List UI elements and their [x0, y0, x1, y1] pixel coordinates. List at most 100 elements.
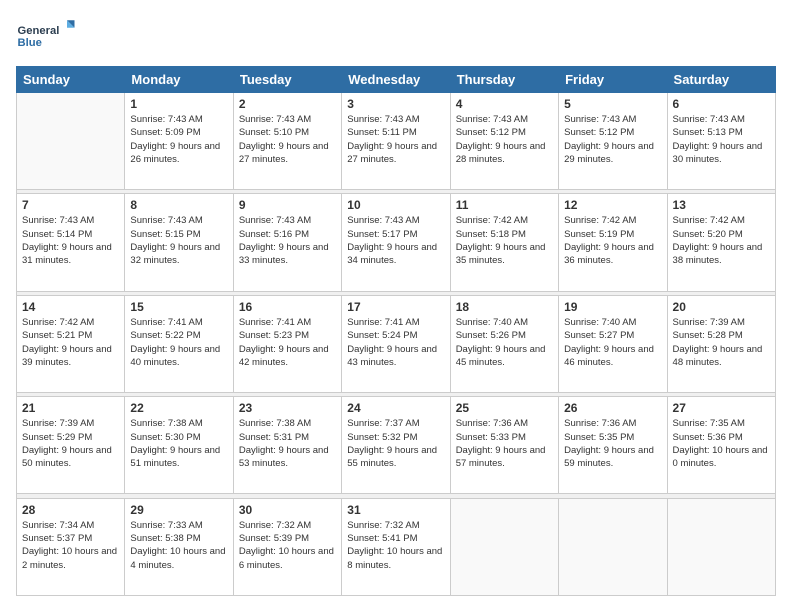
day-number: 6 [673, 97, 770, 111]
day-info: Sunrise: 7:42 AMSunset: 5:20 PMDaylight:… [673, 214, 770, 267]
day-info: Sunrise: 7:42 AMSunset: 5:21 PMDaylight:… [22, 316, 119, 369]
calendar-day: 4 Sunrise: 7:43 AMSunset: 5:12 PMDayligh… [450, 93, 558, 190]
day-number: 19 [564, 300, 661, 314]
weekday-header: Friday [559, 67, 667, 93]
day-info: Sunrise: 7:40 AMSunset: 5:26 PMDaylight:… [456, 316, 553, 369]
calendar-day: 27 Sunrise: 7:35 AMSunset: 5:36 PMDaylig… [667, 397, 775, 494]
day-info: Sunrise: 7:33 AMSunset: 5:38 PMDaylight:… [130, 519, 227, 572]
calendar-day [559, 498, 667, 595]
day-info: Sunrise: 7:35 AMSunset: 5:36 PMDaylight:… [673, 417, 770, 470]
day-info: Sunrise: 7:43 AMSunset: 5:14 PMDaylight:… [22, 214, 119, 267]
calendar-day: 14 Sunrise: 7:42 AMSunset: 5:21 PMDaylig… [17, 295, 125, 392]
day-info: Sunrise: 7:41 AMSunset: 5:23 PMDaylight:… [239, 316, 336, 369]
calendar-day: 8 Sunrise: 7:43 AMSunset: 5:15 PMDayligh… [125, 194, 233, 291]
calendar-day: 16 Sunrise: 7:41 AMSunset: 5:23 PMDaylig… [233, 295, 341, 392]
logo-svg: General Blue [16, 16, 76, 56]
calendar: SundayMondayTuesdayWednesdayThursdayFrid… [16, 66, 776, 596]
day-info: Sunrise: 7:39 AMSunset: 5:29 PMDaylight:… [22, 417, 119, 470]
day-info: Sunrise: 7:42 AMSunset: 5:18 PMDaylight:… [456, 214, 553, 267]
day-number: 24 [347, 401, 444, 415]
weekday-header: Tuesday [233, 67, 341, 93]
day-number: 4 [456, 97, 553, 111]
calendar-day: 17 Sunrise: 7:41 AMSunset: 5:24 PMDaylig… [342, 295, 450, 392]
day-number: 21 [22, 401, 119, 415]
header: General Blue [16, 16, 776, 56]
day-number: 13 [673, 198, 770, 212]
calendar-day: 21 Sunrise: 7:39 AMSunset: 5:29 PMDaylig… [17, 397, 125, 494]
calendar-header: SundayMondayTuesdayWednesdayThursdayFrid… [17, 67, 776, 93]
weekday-header: Sunday [17, 67, 125, 93]
day-number: 3 [347, 97, 444, 111]
calendar-day: 6 Sunrise: 7:43 AMSunset: 5:13 PMDayligh… [667, 93, 775, 190]
calendar-body: 1 Sunrise: 7:43 AMSunset: 5:09 PMDayligh… [17, 93, 776, 596]
day-number: 8 [130, 198, 227, 212]
calendar-day: 12 Sunrise: 7:42 AMSunset: 5:19 PMDaylig… [559, 194, 667, 291]
calendar-day: 10 Sunrise: 7:43 AMSunset: 5:17 PMDaylig… [342, 194, 450, 291]
logo: General Blue [16, 16, 76, 56]
calendar-day: 24 Sunrise: 7:37 AMSunset: 5:32 PMDaylig… [342, 397, 450, 494]
weekday-header: Saturday [667, 67, 775, 93]
calendar-week: 14 Sunrise: 7:42 AMSunset: 5:21 PMDaylig… [17, 295, 776, 392]
calendar-day: 15 Sunrise: 7:41 AMSunset: 5:22 PMDaylig… [125, 295, 233, 392]
calendar-day: 26 Sunrise: 7:36 AMSunset: 5:35 PMDaylig… [559, 397, 667, 494]
day-number: 28 [22, 503, 119, 517]
calendar-day: 1 Sunrise: 7:43 AMSunset: 5:09 PMDayligh… [125, 93, 233, 190]
day-info: Sunrise: 7:41 AMSunset: 5:22 PMDaylight:… [130, 316, 227, 369]
calendar-day [17, 93, 125, 190]
day-number: 22 [130, 401, 227, 415]
day-info: Sunrise: 7:34 AMSunset: 5:37 PMDaylight:… [22, 519, 119, 572]
calendar-week: 21 Sunrise: 7:39 AMSunset: 5:29 PMDaylig… [17, 397, 776, 494]
day-number: 17 [347, 300, 444, 314]
calendar-day: 20 Sunrise: 7:39 AMSunset: 5:28 PMDaylig… [667, 295, 775, 392]
day-number: 2 [239, 97, 336, 111]
day-number: 26 [564, 401, 661, 415]
page: General Blue SundayMondayTuesdayWednesda… [0, 0, 792, 612]
weekday-header: Thursday [450, 67, 558, 93]
calendar-week: 1 Sunrise: 7:43 AMSunset: 5:09 PMDayligh… [17, 93, 776, 190]
day-info: Sunrise: 7:43 AMSunset: 5:12 PMDaylight:… [564, 113, 661, 166]
calendar-day: 2 Sunrise: 7:43 AMSunset: 5:10 PMDayligh… [233, 93, 341, 190]
calendar-day [450, 498, 558, 595]
day-info: Sunrise: 7:32 AMSunset: 5:39 PMDaylight:… [239, 519, 336, 572]
svg-text:Blue: Blue [18, 37, 42, 49]
day-number: 11 [456, 198, 553, 212]
day-info: Sunrise: 7:37 AMSunset: 5:32 PMDaylight:… [347, 417, 444, 470]
day-number: 10 [347, 198, 444, 212]
calendar-day: 23 Sunrise: 7:38 AMSunset: 5:31 PMDaylig… [233, 397, 341, 494]
day-number: 20 [673, 300, 770, 314]
calendar-day: 31 Sunrise: 7:32 AMSunset: 5:41 PMDaylig… [342, 498, 450, 595]
day-number: 15 [130, 300, 227, 314]
day-info: Sunrise: 7:40 AMSunset: 5:27 PMDaylight:… [564, 316, 661, 369]
day-info: Sunrise: 7:43 AMSunset: 5:16 PMDaylight:… [239, 214, 336, 267]
day-info: Sunrise: 7:38 AMSunset: 5:31 PMDaylight:… [239, 417, 336, 470]
day-info: Sunrise: 7:36 AMSunset: 5:33 PMDaylight:… [456, 417, 553, 470]
calendar-day [667, 498, 775, 595]
day-number: 27 [673, 401, 770, 415]
day-number: 7 [22, 198, 119, 212]
day-info: Sunrise: 7:43 AMSunset: 5:17 PMDaylight:… [347, 214, 444, 267]
calendar-day: 9 Sunrise: 7:43 AMSunset: 5:16 PMDayligh… [233, 194, 341, 291]
weekday-header: Wednesday [342, 67, 450, 93]
day-info: Sunrise: 7:43 AMSunset: 5:15 PMDaylight:… [130, 214, 227, 267]
day-number: 5 [564, 97, 661, 111]
day-info: Sunrise: 7:32 AMSunset: 5:41 PMDaylight:… [347, 519, 444, 572]
calendar-day: 18 Sunrise: 7:40 AMSunset: 5:26 PMDaylig… [450, 295, 558, 392]
day-info: Sunrise: 7:43 AMSunset: 5:10 PMDaylight:… [239, 113, 336, 166]
weekday-header: Monday [125, 67, 233, 93]
calendar-day: 22 Sunrise: 7:38 AMSunset: 5:30 PMDaylig… [125, 397, 233, 494]
day-number: 23 [239, 401, 336, 415]
calendar-day: 30 Sunrise: 7:32 AMSunset: 5:39 PMDaylig… [233, 498, 341, 595]
day-number: 12 [564, 198, 661, 212]
svg-text:General: General [18, 25, 60, 37]
calendar-day: 13 Sunrise: 7:42 AMSunset: 5:20 PMDaylig… [667, 194, 775, 291]
calendar-week: 28 Sunrise: 7:34 AMSunset: 5:37 PMDaylig… [17, 498, 776, 595]
calendar-day: 28 Sunrise: 7:34 AMSunset: 5:37 PMDaylig… [17, 498, 125, 595]
day-number: 29 [130, 503, 227, 517]
day-info: Sunrise: 7:38 AMSunset: 5:30 PMDaylight:… [130, 417, 227, 470]
day-number: 18 [456, 300, 553, 314]
day-info: Sunrise: 7:39 AMSunset: 5:28 PMDaylight:… [673, 316, 770, 369]
day-number: 25 [456, 401, 553, 415]
day-number: 30 [239, 503, 336, 517]
calendar-day: 5 Sunrise: 7:43 AMSunset: 5:12 PMDayligh… [559, 93, 667, 190]
day-info: Sunrise: 7:42 AMSunset: 5:19 PMDaylight:… [564, 214, 661, 267]
